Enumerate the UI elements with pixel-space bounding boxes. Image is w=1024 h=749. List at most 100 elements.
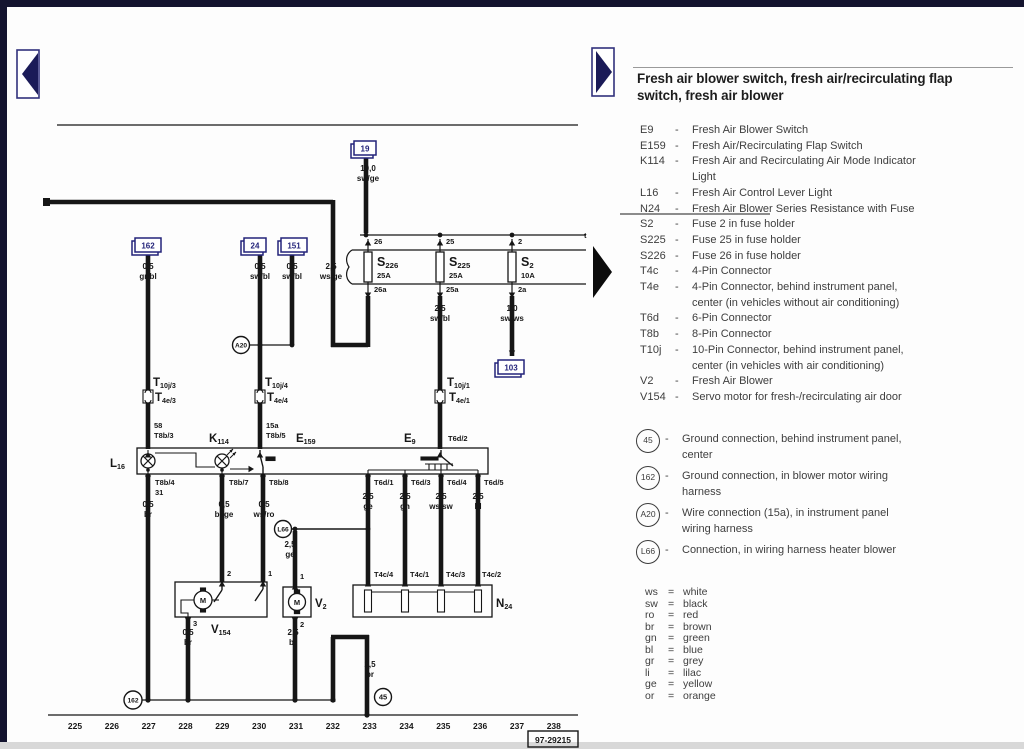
component-label: T4e/3 — [155, 392, 176, 405]
wire-label-color: ws/ge — [319, 272, 343, 281]
wire-label-size: 1,0 — [506, 304, 518, 313]
legend-description: Fuse 26 in fuse holder — [692, 249, 997, 265]
wire-label-color: ws/ro — [253, 510, 275, 519]
pin-label: 10A — [521, 271, 535, 280]
arrowhead-up — [365, 240, 371, 246]
connector-t4e4 — [255, 390, 265, 403]
legend-dash: - — [675, 280, 692, 296]
legend-description: Fresh Air and Recirculating Air Mode Ind… — [692, 154, 997, 185]
manual-page: 97-29215 10,0sw/ge0,5gr/bl0,5sw/bl0,5sw/… — [0, 0, 1024, 749]
wire-label-size: 2,5 — [284, 540, 296, 549]
color-name: white — [683, 587, 708, 599]
wire-label-color: br — [144, 510, 152, 519]
legend-dash: - — [675, 264, 692, 280]
color-eq: = — [668, 633, 683, 645]
component-label: L16 — [110, 458, 125, 471]
pin-label: 15a — [266, 421, 279, 430]
ground-connection-legend: 45-Ground connection, behind instrument … — [636, 429, 1014, 567]
legend-row: T6d-6-Pin Connector — [640, 311, 1015, 327]
color-code-row: or=orange — [645, 691, 716, 703]
wire-label-size: 0,5 — [182, 628, 194, 637]
track-number: 232 — [326, 721, 340, 731]
pin-label: T8b/5 — [266, 431, 286, 440]
legend-description: Fresh Air Blower Switch — [692, 123, 997, 139]
pin-label: 3 — [193, 619, 197, 628]
legend-dash: - — [675, 311, 692, 327]
legend-row: T8b-8-Pin Connector — [640, 327, 1015, 343]
ground-description: Connection, in wiring harness heater blo… — [682, 543, 992, 559]
ground-description: Ground connection, in blower motor wirin… — [682, 469, 992, 500]
wire-label-size: 2,5 — [434, 304, 446, 313]
resistor-3 — [438, 590, 445, 612]
wire-label-size: 2,5 — [472, 492, 484, 501]
wire-label-size: 0,5 — [254, 262, 266, 271]
arrowhead-up — [437, 240, 443, 246]
wire-label-size: 0,5 — [218, 500, 230, 509]
color-code-row: bl=blue — [645, 645, 716, 657]
wire-label-size: 0,5 — [258, 500, 270, 509]
pin-label: T6d/2 — [448, 434, 468, 443]
component-label: T10j/3 — [153, 377, 176, 390]
pin-label: 25a — [446, 285, 459, 294]
track-number: 228 — [178, 721, 192, 731]
legend-code: T10j — [640, 343, 675, 359]
page-title-line1: Fresh air blower switch, fresh air/recir… — [637, 71, 1024, 88]
resistor-2 — [402, 590, 409, 612]
n24-internals — [365, 590, 482, 612]
track-number: 237 — [510, 721, 524, 731]
n24-underline-artifact — [620, 213, 770, 215]
connection-circle-label: L66 — [277, 527, 289, 534]
legend-dash: - — [675, 186, 692, 202]
legend-code: T4c — [640, 264, 675, 280]
arrowhead-up — [437, 452, 443, 458]
color-code-row: ws=white — [645, 587, 716, 599]
v154-internals — [181, 582, 263, 617]
legend-row: S2-Fuse 2 in fuse holder — [640, 217, 1015, 233]
schematic-borders — [48, 125, 578, 715]
color-name: red — [683, 610, 698, 622]
legend-dash: - — [675, 154, 692, 170]
n24-box — [353, 585, 492, 617]
wire-label-size: 2,5 — [435, 492, 447, 501]
connector-symbols — [143, 390, 445, 403]
legend-row: V154-Servo motor for fresh-/recirculatin… — [640, 390, 1015, 406]
track-number: 238 — [547, 721, 561, 731]
page-title-line2: switch, fresh air blower — [637, 88, 1024, 105]
connection-circle-label: 45 — [379, 693, 387, 702]
color-code-row: gn=green — [645, 633, 716, 645]
legend-row: E159-Fresh Air/Recirculating Flap Switch — [640, 139, 1015, 155]
legend-description: 10-Pin Connector, behind instrument pane… — [692, 343, 997, 374]
page-title: Fresh air blower switch, fresh air/recir… — [637, 71, 1024, 104]
pin-label: 26a — [374, 285, 387, 294]
ground-description: Wire connection (15a), in instrument pan… — [682, 506, 992, 537]
legend-description: 6-Pin Connector — [692, 311, 997, 327]
legend-description: Fresh Air/Recirculating Flap Switch — [692, 139, 997, 155]
pin-label: T8b/7 — [229, 478, 249, 487]
legend-dash: - — [665, 469, 682, 485]
pin-label: 58 — [154, 421, 162, 430]
component-label: S226 — [377, 255, 399, 270]
legend-row: N24-Fresh Air Blower Series Resistance w… — [640, 202, 1015, 218]
component-label: T10j/4 — [265, 377, 288, 390]
fuse-s225 — [436, 252, 444, 282]
connector-t4e1 — [435, 390, 445, 403]
legend-code: S226 — [640, 249, 675, 265]
color-abbr: ro — [645, 610, 668, 622]
ref-plate-number: 103 — [504, 364, 518, 373]
legend-row: S226-Fuse 26 in fuse holder — [640, 249, 1015, 265]
pin-label: 25 — [446, 237, 454, 246]
wire-label-color: sw/ge — [357, 174, 380, 183]
legend-dash: - — [675, 390, 692, 406]
legend-description: Fuse 25 in fuse holder — [692, 233, 997, 249]
legend-description: 4-Pin Connector, behind instrument panel… — [692, 280, 997, 311]
wire-label-size: 0,5 — [286, 262, 298, 271]
pin-label: T4c/4 — [374, 570, 394, 579]
ref-number: 97-29215 — [535, 735, 571, 745]
wire-label-size: 2,5 — [287, 628, 299, 637]
legend-row: T4c-4-Pin Connector — [640, 264, 1015, 280]
legend-dash: - — [675, 202, 692, 218]
legend-row: L16-Fresh Air Control Lever Light — [640, 186, 1015, 202]
wire-label-size: 2,5 — [399, 492, 411, 501]
wire-label-color: ge — [285, 550, 295, 559]
wire-label-color: sw/bl — [282, 272, 302, 281]
